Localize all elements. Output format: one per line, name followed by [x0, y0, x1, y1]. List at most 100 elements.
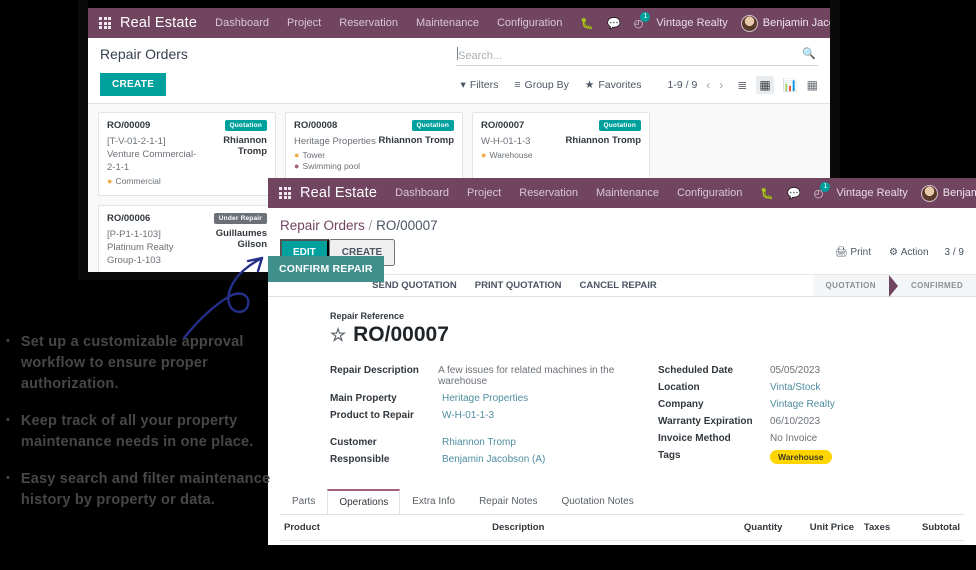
field-value[interactable]: Vintage Realty — [770, 399, 835, 410]
stage-quotation[interactable]: QUOTATION — [813, 275, 889, 296]
field-value: No Invoice — [770, 433, 817, 444]
search-box[interactable]: 🔍 — [456, 46, 818, 66]
notebook-tab-operations[interactable]: Operations — [327, 489, 400, 514]
stage-confirmed[interactable]: CONFIRMED — [898, 275, 976, 296]
nav2-maintenance[interactable]: Maintenance — [596, 187, 659, 199]
kanban-card[interactable]: RO/00009 Quotation [T-V-01-2-1-1] Ventur… — [98, 112, 276, 196]
groupby-dropdown[interactable]: ≡ Group By — [514, 79, 569, 91]
favorites-dropdown[interactable]: ★ Favorites — [585, 79, 642, 91]
form-field: Repair Description A few issues for rela… — [330, 365, 658, 387]
print-quotation-button[interactable]: PRINT QUOTATION — [475, 280, 562, 291]
search-icon[interactable]: 🔍 — [802, 47, 816, 60]
confirm-repair-button[interactable]: CONFIRM REPAIR — [268, 256, 384, 282]
notebook-tab-repair-notes[interactable]: Repair Notes — [467, 489, 549, 514]
nav2-configuration[interactable]: Configuration — [677, 187, 742, 199]
nav2-reservation[interactable]: Reservation — [519, 187, 578, 199]
form-right-column: Scheduled Date 05/05/2023Location Vinta/… — [658, 365, 958, 471]
add-a-line-button[interactable]: Add a line — [280, 541, 964, 545]
status-badge: Quotation — [225, 120, 268, 131]
brand-name[interactable]: Real Estate — [120, 15, 197, 31]
list-view-icon[interactable]: ≣ — [737, 78, 747, 92]
pager-next-icon[interactable]: › — [719, 78, 723, 92]
brand-name-2[interactable]: Real Estate — [300, 185, 377, 201]
col-subtotal: Subtotal — [922, 522, 960, 533]
activity-clock-icon[interactable]: ◴ 1 — [634, 17, 644, 30]
notebook-tab-quotation-notes[interactable]: Quotation Notes — [549, 489, 645, 514]
kanban-view-icon[interactable]: ▦ — [756, 76, 773, 94]
repair-reference-value: RO/00007 — [353, 323, 449, 347]
view-switcher: ≣ ▦ 📊 ▦ — [737, 76, 818, 94]
cancel-repair-button[interactable]: CANCEL REPAIR — [580, 280, 657, 291]
promo-text: Set up a customizable approval workflow … — [21, 332, 272, 395]
chat-icon[interactable]: 💬 — [607, 17, 621, 30]
field-value: Warehouse — [770, 450, 832, 464]
col-product: Product — [284, 522, 492, 533]
kanban-card[interactable]: RO/00006 Under Repair [P-P1-1-103] Plati… — [98, 205, 276, 272]
nav-dashboard[interactable]: Dashboard — [215, 17, 269, 29]
action-menu[interactable]: ⚙ Action — [889, 247, 929, 258]
field-value[interactable]: Vinta/Stock — [770, 382, 820, 393]
bug-icon[interactable]: 🐛 — [580, 17, 594, 30]
kanban-tag: ●Warehouse — [481, 150, 533, 161]
window1-bottom-edge — [78, 272, 270, 280]
nav2-dashboard[interactable]: Dashboard — [395, 187, 449, 199]
nav-reservation[interactable]: Reservation — [339, 17, 398, 29]
form-left-column: Repair Description A few issues for rela… — [330, 365, 658, 471]
kanban-card-property: W-H-01-1-3 — [481, 135, 533, 148]
kanban-card-property: Heritage Properties — [294, 135, 376, 148]
company-name-2[interactable]: Vintage Realty — [836, 187, 907, 199]
bug-icon-2[interactable]: 🐛 — [760, 187, 774, 200]
stage-chevron-icon — [889, 275, 898, 297]
field-spacer — [330, 427, 658, 437]
kanban-card-property: [P-P1-1-103] Platinum Realty Group-1-103 — [107, 228, 196, 267]
print-menu[interactable]: 🖨 Print — [835, 247, 871, 258]
groupby-label: Group By — [525, 79, 569, 91]
field-label: Main Property — [330, 393, 442, 404]
kanban-card-tags: ●Tower●Swimming pool — [294, 150, 376, 172]
col-description: Description — [492, 522, 744, 533]
create-button[interactable]: CREATE — [100, 73, 166, 96]
promo-item: • Keep track of all your property mainte… — [0, 411, 272, 453]
nav-maintenance[interactable]: Maintenance — [416, 17, 479, 29]
form-field: Warranty Expiration 06/10/2023 — [658, 416, 958, 427]
company-name[interactable]: Vintage Realty — [656, 17, 727, 29]
chat-icon-2[interactable]: 💬 — [787, 187, 801, 200]
user-menu[interactable]: Benjamin Jacobson (A) (real_estate_scren… — [741, 15, 830, 32]
breadcrumb-root[interactable]: Repair Orders — [280, 218, 365, 233]
user-menu-2[interactable]: Benjamin Jacobson (A) (real_estat — [921, 185, 976, 202]
search-input[interactable] — [456, 48, 818, 66]
graph-view-icon[interactable]: 📊 — [783, 78, 798, 92]
col-unit-price: Unit Price — [810, 522, 864, 533]
line-table-header: Product Description Quantity Unit Price … — [280, 515, 964, 541]
nav2-project[interactable]: Project — [467, 187, 501, 199]
notebook-tab-extra-info[interactable]: Extra Info — [400, 489, 467, 514]
send-quotation-button[interactable]: SEND QUOTATION — [372, 280, 457, 291]
filters-dropdown[interactable]: ▾ Filters — [461, 79, 499, 91]
field-value[interactable]: Rhiannon Tromp — [442, 437, 516, 448]
kanban-tag: ●Tower — [294, 150, 376, 161]
notebook-tab-parts[interactable]: Parts — [280, 489, 327, 514]
field-value[interactable]: Benjamin Jacobson (A) — [442, 454, 545, 465]
field-value: 06/10/2023 — [770, 416, 820, 427]
favorite-star-icon[interactable]: ☆ — [330, 326, 346, 344]
field-value[interactable]: Heritage Properties — [442, 393, 528, 404]
filters-label: Filters — [470, 79, 499, 91]
status-badge: Quotation — [412, 120, 455, 131]
kanban-card-reference: RO/00007 — [481, 120, 524, 131]
pivot-view-icon[interactable]: ▦ — [807, 78, 818, 92]
field-value[interactable]: W-H-01-1-3 — [442, 410, 494, 421]
nav-project[interactable]: Project — [287, 17, 321, 29]
pager-count: 1-9 / 9 — [668, 79, 698, 91]
activity-clock-icon-2[interactable]: ◴ 1 — [814, 187, 824, 200]
nav-configuration[interactable]: Configuration — [497, 17, 562, 29]
pager-prev-icon[interactable]: ‹ — [706, 78, 710, 92]
stage-statusbar: QUOTATION CONFIRMED — [813, 275, 976, 296]
apps-grid-icon[interactable] — [99, 17, 111, 29]
activity-count-badge-2: 1 — [820, 182, 830, 192]
kanban-card-person: Rhiannon Tromp — [379, 135, 454, 172]
form-pager: 3 / 9 — [945, 247, 964, 258]
apps-grid-icon-2[interactable] — [279, 187, 291, 199]
user-name: Benjamin Jacobson (A) (real_estate_scren… — [763, 17, 830, 29]
field-label: Warranty Expiration — [658, 416, 770, 427]
kanban-card-property: [T-V-01-2-1-1] Venture Commercial-2-1-1 — [107, 135, 200, 174]
